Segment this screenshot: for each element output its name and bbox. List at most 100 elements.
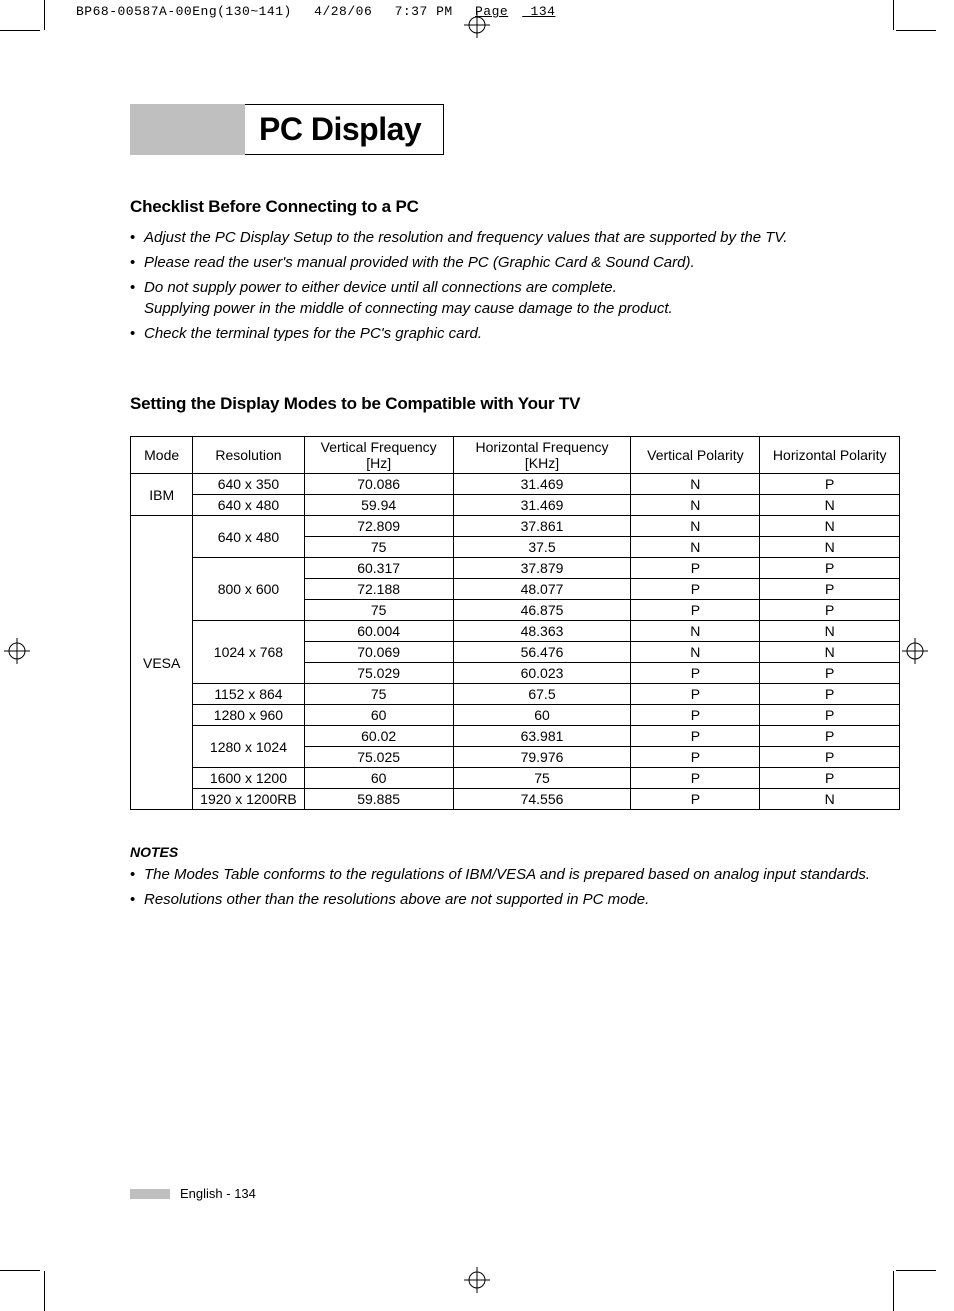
table-row: 1920 x 1200RB 59.885 74.556 P N [131,789,900,810]
cell-vp: P [631,684,760,705]
registration-mark-icon [464,1267,490,1293]
cell-hp: P [760,705,900,726]
cropmark [896,30,936,31]
registration-mark-icon [902,638,928,664]
cell-res: 1280 x 960 [193,705,304,726]
cell-hf: 37.5 [453,537,631,558]
slug-date: 4/28/06 [314,4,372,19]
cropmark [44,1271,45,1311]
table-row: VESA 640 x 480 72.809 37.861 N N [131,516,900,537]
cell-hf: 60.023 [453,663,631,684]
registration-mark-icon [4,638,30,664]
cropmark [0,1270,40,1271]
cell-vf: 60 [304,705,453,726]
cell-vp: P [631,789,760,810]
cell-vp: P [631,558,760,579]
table-row: 800 x 600 60.317 37.879 P P [131,558,900,579]
cell-hp: P [760,747,900,768]
cell-hp: P [760,474,900,495]
cell-hp: N [760,495,900,516]
cell-hf: 74.556 [453,789,631,810]
cell-hp: P [760,663,900,684]
cell-res: 800 x 600 [193,558,304,621]
checklist-item: Adjust the PC Display Setup to the resol… [130,227,900,248]
cell-vf: 59.885 [304,789,453,810]
cell-vf: 75 [304,600,453,621]
notes-item: The Modes Table conforms to the regulati… [130,864,900,885]
cell-vf: 70.086 [304,474,453,495]
table-row: 1280 x 1024 60.02 63.981 P P [131,726,900,747]
cell-vp: N [631,537,760,558]
cropmark [896,1270,936,1271]
cell-hp: P [760,579,900,600]
page-title: PC Display [259,111,421,148]
cell-res: 1024 x 768 [193,621,304,684]
cell-mode: IBM [131,474,193,516]
title-tab-bar [130,104,245,155]
cropmark [893,0,894,30]
checklist-heading: Checklist Before Connecting to a PC [130,197,900,217]
cell-hp: N [760,516,900,537]
cell-res: 1152 x 864 [193,684,304,705]
cell-vp: P [631,747,760,768]
cell-res: 640 x 480 [193,495,304,516]
table-row: 1152 x 864 75 67.5 P P [131,684,900,705]
cell-hp: N [760,621,900,642]
table-row: 640 x 480 59.94 31.469 N N [131,495,900,516]
cell-vp: N [631,495,760,516]
cell-vp: N [631,621,760,642]
cell-hp: P [760,684,900,705]
cell-vf: 60.317 [304,558,453,579]
cell-hf: 75 [453,768,631,789]
cell-vp: N [631,474,760,495]
page-footer: English - 134 [130,1186,256,1201]
checklist-item: Check the terminal types for the PC's gr… [130,323,900,344]
cropmark [893,1271,894,1311]
cell-vf: 70.069 [304,642,453,663]
th-mode: Mode [131,437,193,474]
cell-vp: P [631,663,760,684]
th-hpol: Horizontal Polarity [760,437,900,474]
cell-vf: 72.188 [304,579,453,600]
cell-vf: 75 [304,684,453,705]
cell-vf: 75 [304,537,453,558]
cell-mode: VESA [131,516,193,810]
cell-hp: P [760,768,900,789]
checklist: Adjust the PC Display Setup to the resol… [130,227,900,344]
th-hfreq: Horizontal Frequency [KHz] [453,437,631,474]
cell-hf: 56.476 [453,642,631,663]
footer-text: English - 134 [180,1186,256,1201]
cell-vp: P [631,705,760,726]
cell-vf: 60 [304,768,453,789]
slug-page-label: Page [475,4,508,19]
cropmark [0,30,40,31]
cell-hf: 79.976 [453,747,631,768]
notes-item: Resolutions other than the resolutions a… [130,889,900,910]
slug-page-num: 134 [531,4,556,19]
cell-vf: 75.025 [304,747,453,768]
page-title-block: PC Display [130,104,900,155]
cell-hf: 46.875 [453,600,631,621]
cell-hp: N [760,789,900,810]
cell-hp: N [760,537,900,558]
cell-vf: 60.004 [304,621,453,642]
checklist-item-text: Do not supply power to either device unt… [144,279,617,296]
cell-res: 1920 x 1200RB [193,789,304,810]
th-vfreq: Vertical Frequency [Hz] [304,437,453,474]
cell-vp: P [631,600,760,621]
cell-vf: 72.809 [304,516,453,537]
th-vpol: Vertical Polarity [631,437,760,474]
cell-res: 1600 x 1200 [193,768,304,789]
notes-list: The Modes Table conforms to the regulati… [130,864,900,910]
cell-res: 640 x 480 [193,516,304,558]
cell-vp: P [631,579,760,600]
cell-vp: N [631,642,760,663]
table-heading: Setting the Display Modes to be Compatib… [130,394,900,414]
cell-hf: 63.981 [453,726,631,747]
notes-heading: NOTES [130,844,900,860]
table-row: IBM 640 x 350 70.086 31.469 N P [131,474,900,495]
table-row: 1600 x 1200 60 75 P P [131,768,900,789]
checklist-item-subtext: Supplying power in the middle of connect… [144,298,900,319]
cell-vf: 59.94 [304,495,453,516]
slug-time: 7:37 PM [395,4,453,19]
